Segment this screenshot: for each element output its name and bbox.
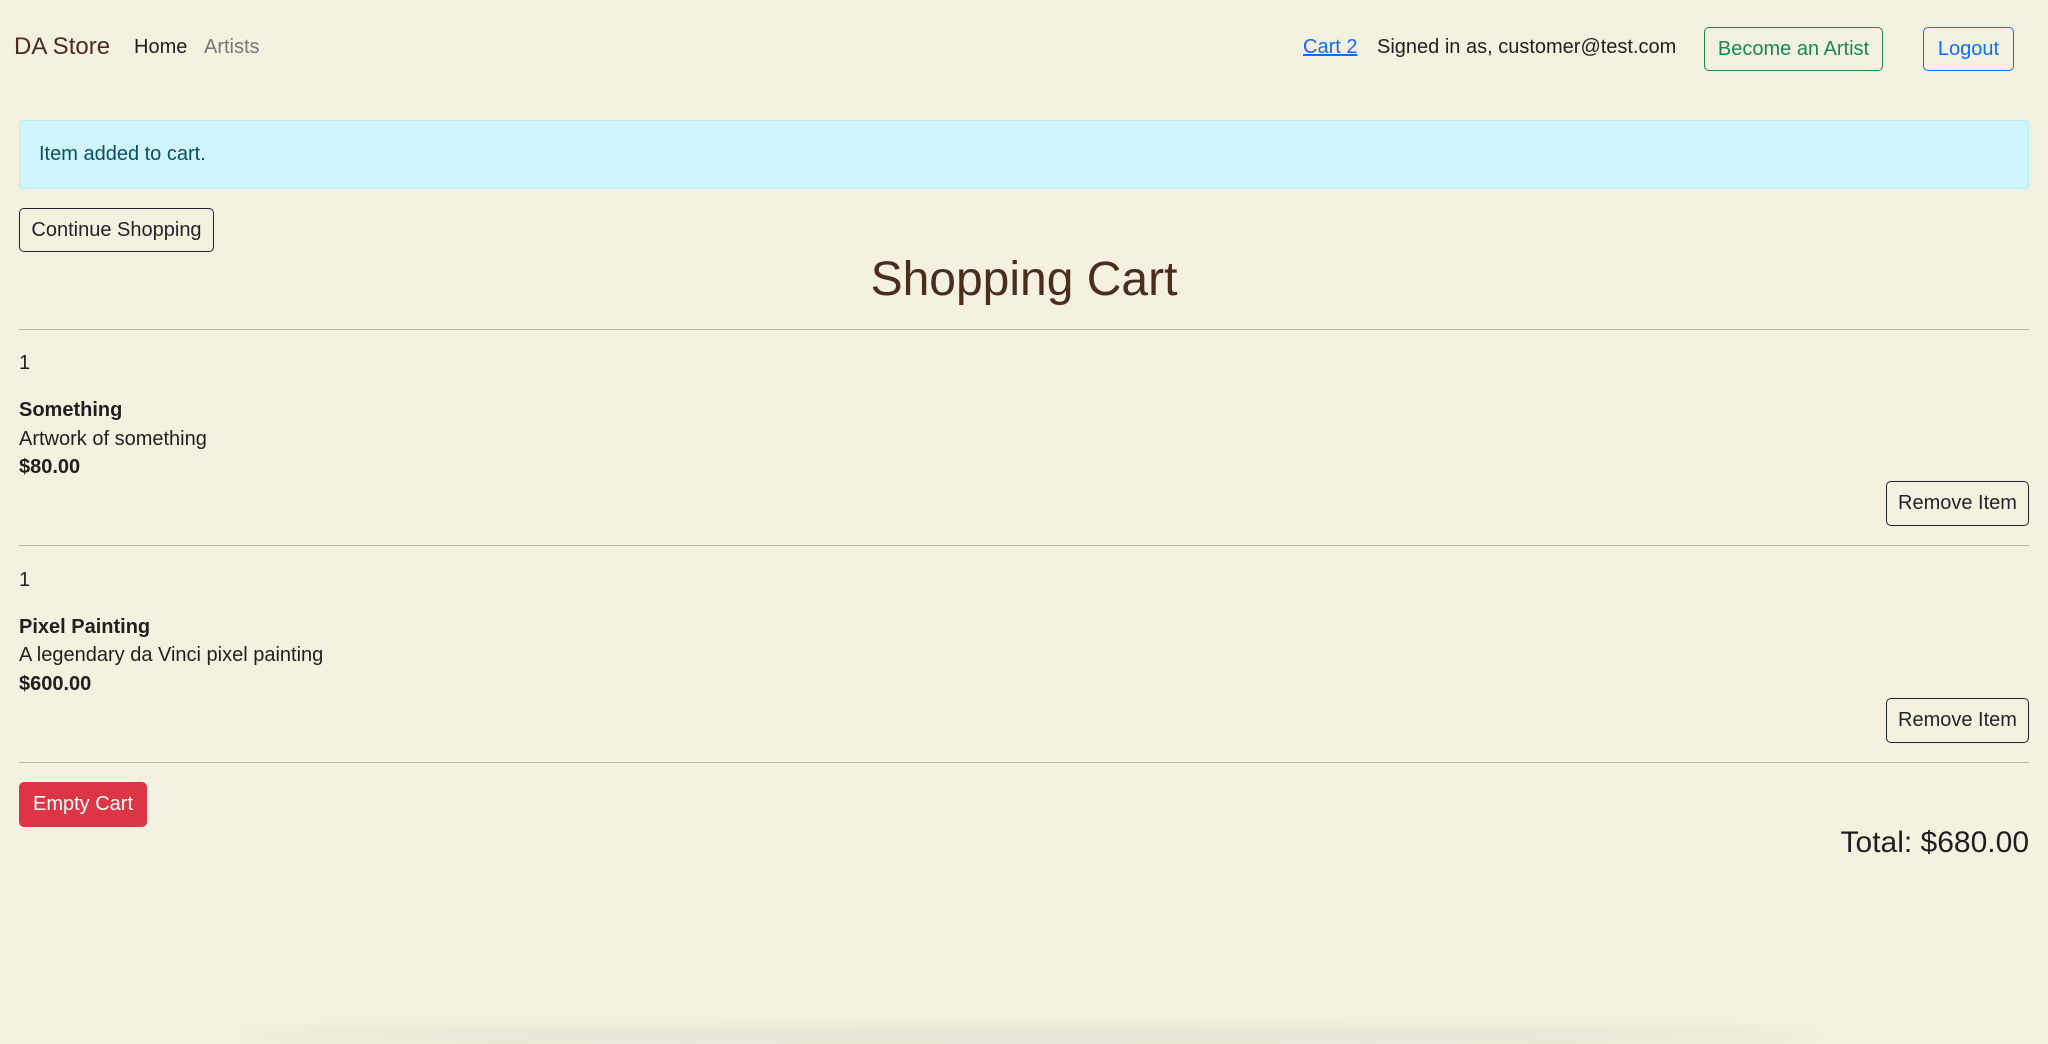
- signed-in-text: Signed in as, customer@test.com: [1377, 36, 1677, 58]
- item-quantity: 1: [19, 352, 31, 374]
- window-shadow: [240, 1030, 1820, 1044]
- cart-total: Total: $680.00: [1840, 826, 2029, 859]
- logout-button[interactable]: Logout: [1923, 27, 2014, 71]
- navbar: DA Store Home Artists Cart 2 Signed in a…: [0, 0, 2048, 100]
- brand-logo[interactable]: DA Store: [14, 33, 110, 61]
- item-name: Pixel Painting: [19, 616, 151, 638]
- item-price: $600.00: [19, 673, 92, 695]
- divider: [19, 329, 2029, 330]
- nav-home-link[interactable]: Home: [134, 36, 187, 59]
- nav-artists-link[interactable]: Artists: [204, 36, 260, 59]
- alert-message: Item added to cart.: [39, 143, 206, 165]
- divider: [19, 762, 2029, 763]
- remove-item-button[interactable]: Remove Item: [1886, 698, 2029, 743]
- item-description: A legendary da Vinci pixel painting: [19, 644, 324, 666]
- become-artist-button[interactable]: Become an Artist: [1704, 27, 1883, 71]
- cart-alert: Item added to cart.: [19, 120, 2029, 189]
- empty-cart-button[interactable]: Empty Cart: [19, 782, 147, 827]
- item-name: Something: [19, 399, 123, 421]
- divider: [19, 545, 2029, 546]
- page-title: Shopping Cart: [870, 253, 1178, 306]
- item-price: $80.00: [19, 456, 81, 478]
- cart-link[interactable]: Cart 2: [1303, 36, 1357, 59]
- item-description: Artwork of something: [19, 428, 207, 450]
- continue-shopping-button[interactable]: Continue Shopping: [19, 208, 214, 252]
- item-quantity: 1: [19, 569, 31, 591]
- remove-item-button[interactable]: Remove Item: [1886, 481, 2029, 526]
